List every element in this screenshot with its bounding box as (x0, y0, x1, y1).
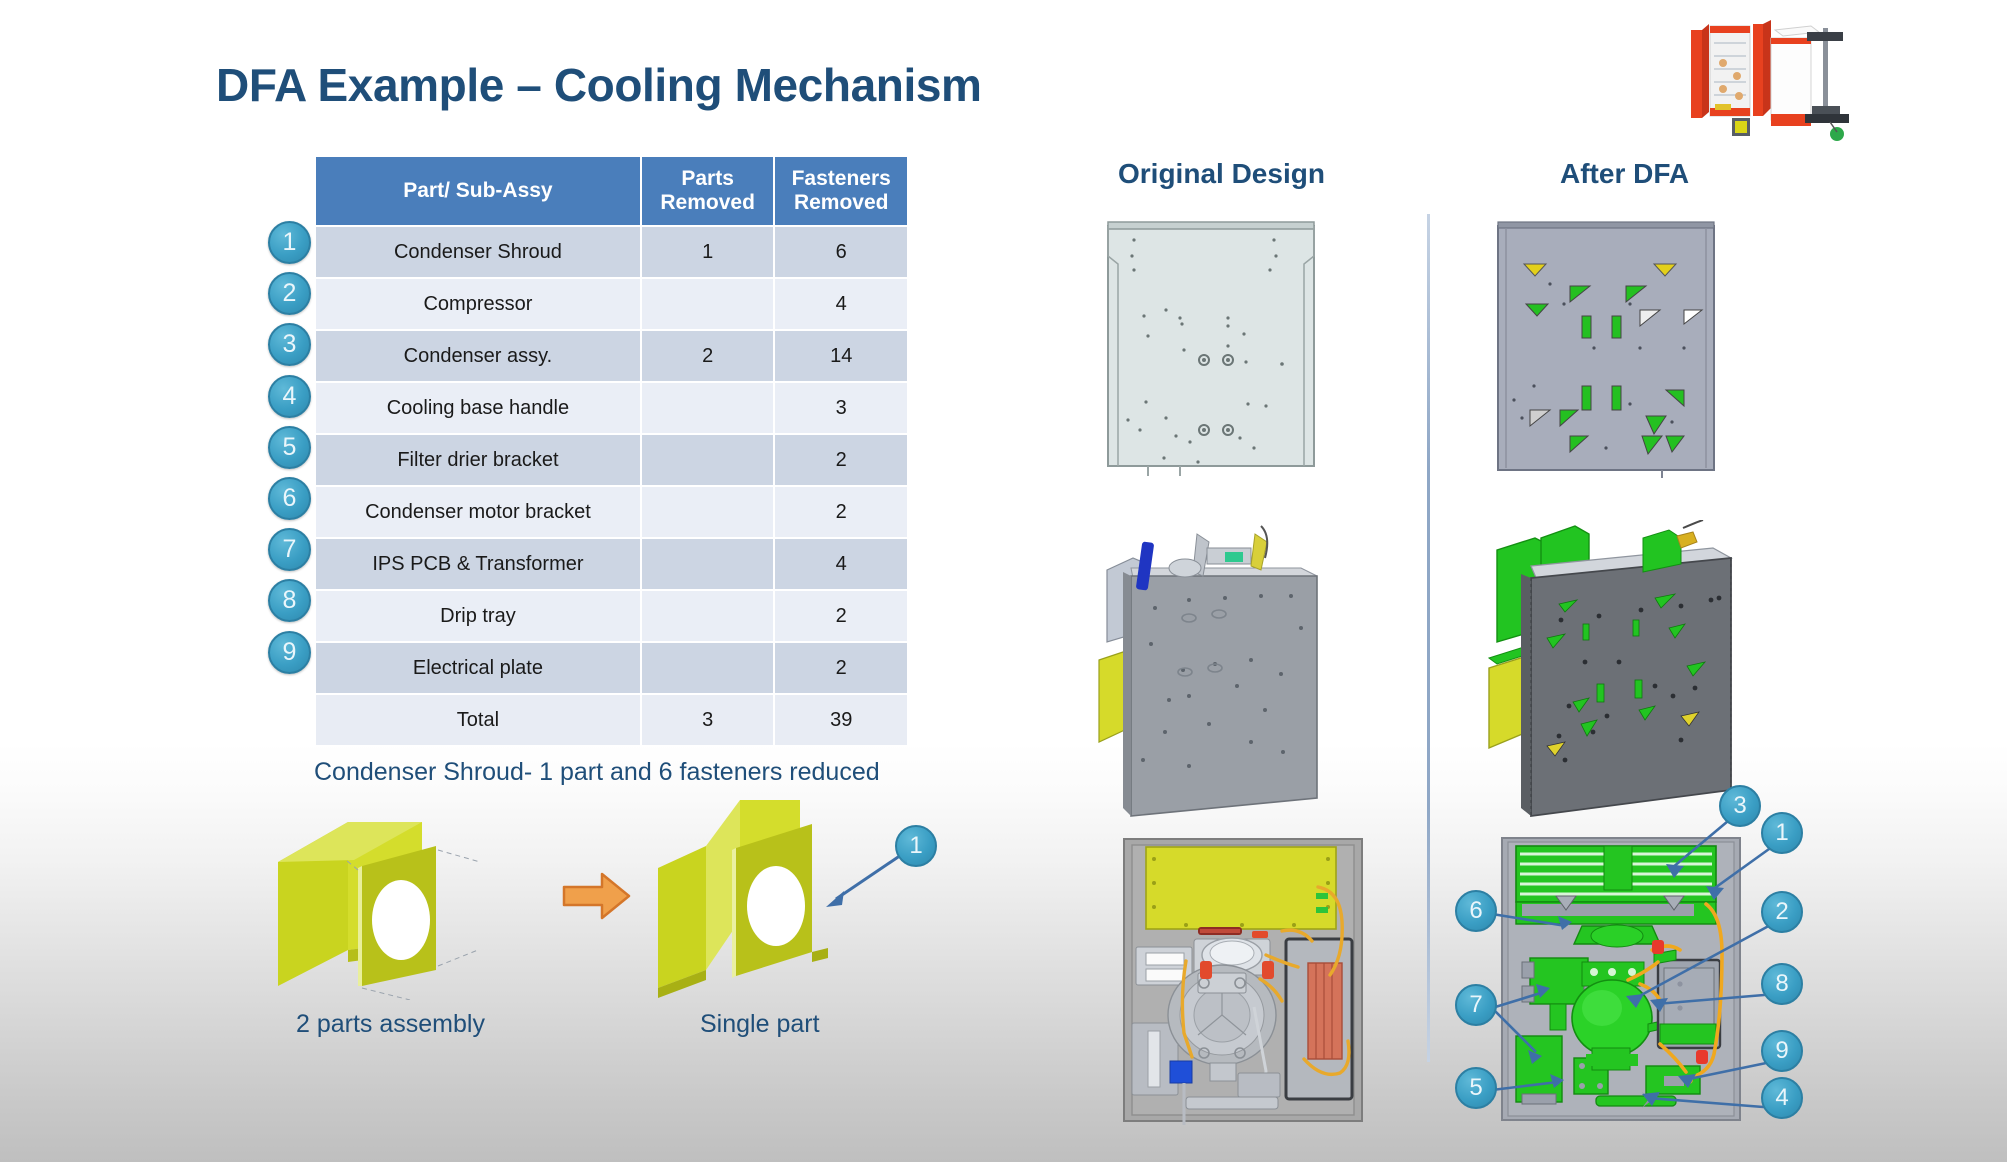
callout-badge-5: 5 (1455, 1067, 1497, 1109)
callout-badge-7: 7 (1455, 984, 1497, 1026)
table-row: Condenser Shroud 1 6 (316, 227, 907, 278)
cell-total-parts-removed: 3 (641, 695, 774, 746)
single-part-label: Single part (700, 1010, 820, 1038)
row-number-badge-4: 4 (268, 374, 311, 418)
cell-parts_removed (641, 643, 774, 694)
table-row: Condenser assy. 2 14 (316, 331, 907, 382)
callout-badge-4: 4 (1761, 1077, 1803, 1119)
cell-parts_removed: 1 (641, 227, 774, 278)
col-header-part: Part/ Sub-Assy (316, 157, 640, 226)
cell-parts_removed (641, 435, 774, 486)
cell-parts_removed: 2 (641, 331, 774, 382)
row-number-badge-9: 9 (268, 630, 311, 674)
right-arrow-icon (562, 872, 631, 920)
cell-part: Condenser assy. (316, 331, 640, 382)
cell-total-label: Total (316, 695, 640, 746)
cell-part: Condenser Shroud (316, 227, 640, 278)
cell-parts_removed (641, 487, 774, 538)
cell-part: Drip tray (316, 591, 640, 642)
col-header-fasteners-removed: Fasteners Removed (775, 157, 907, 226)
two-parts-assembly-label: 2 parts assembly (296, 1010, 485, 1038)
table-row: IPS PCB & Transformer 4 (316, 539, 907, 590)
table-caption: Condenser Shroud- 1 part and 6 fasteners… (314, 758, 880, 786)
callout-badge-1: 1 (1761, 812, 1803, 854)
shroud-callout-badge: 1 (895, 825, 937, 867)
cell-parts_removed (641, 591, 774, 642)
after-dfa-assembly-mid-figure (1487, 520, 1733, 818)
row-number-badge-6: 6 (268, 477, 311, 520)
cell-fasteners_removed: 2 (775, 435, 907, 486)
callout-badge-3: 3 (1719, 785, 1761, 827)
callout-badge-8: 8 (1761, 963, 1803, 1005)
cell-fasteners_removed: 4 (775, 279, 907, 330)
original-assembly-mid-figure (1098, 525, 1318, 817)
page-title: DFA Example – Cooling Mechanism (216, 59, 982, 111)
original-base-plate-figure (1123, 838, 1363, 1125)
cell-fasteners_removed: 14 (775, 331, 907, 382)
table-row: Drip tray 2 (316, 591, 907, 642)
callout-badge-6: 6 (1455, 890, 1497, 932)
original-panel-top-figure (1107, 221, 1315, 476)
callout-badge-2: 2 (1761, 891, 1803, 933)
cell-part: Condenser motor bracket (316, 487, 640, 538)
cell-part: Filter drier bracket (316, 435, 640, 486)
table-row: Electrical plate 2 (316, 643, 907, 694)
row-number-badge-8: 8 (268, 579, 311, 623)
cell-parts_removed (641, 383, 774, 434)
table-row: Condenser motor bracket 2 (316, 487, 907, 538)
cell-fasteners_removed: 6 (775, 227, 907, 278)
row-number-badge-1: 1 (268, 221, 311, 264)
cell-part: Electrical plate (316, 643, 640, 694)
callout-badge-9: 9 (1761, 1030, 1803, 1072)
cell-part: IPS PCB & Transformer (316, 539, 640, 590)
parts-removal-table: Part/ Sub-Assy Parts Removed Fasteners R… (314, 155, 909, 747)
row-number-badge-3: 3 (268, 323, 311, 367)
table-row: Filter drier bracket 2 (316, 435, 907, 486)
row-number-badge-5: 5 (268, 425, 311, 469)
cell-fasteners_removed: 2 (775, 643, 907, 694)
table-row: Compressor 4 (316, 279, 907, 330)
after-dfa-panel-top-figure (1497, 221, 1715, 478)
cell-parts_removed (641, 539, 774, 590)
after-dfa-header: After DFA (1560, 158, 1690, 189)
cell-fasteners_removed: 4 (775, 539, 907, 590)
col-header-parts-removed: Parts Removed (641, 157, 774, 226)
cell-fasteners_removed: 2 (775, 591, 907, 642)
column-divider (1427, 214, 1430, 1062)
row-number-badge-7: 7 (268, 528, 311, 572)
exploded-cooler-thumbnail-icon (1691, 20, 1849, 141)
cell-parts_removed (641, 279, 774, 330)
cell-fasteners_removed: 3 (775, 383, 907, 434)
table-header-row: Part/ Sub-Assy Parts Removed Fasteners R… (316, 157, 907, 226)
cell-part: Compressor (316, 279, 640, 330)
table-row: Cooling base handle 3 (316, 383, 907, 434)
cell-fasteners_removed: 2 (775, 487, 907, 538)
two-parts-assembly-figure (278, 822, 481, 1000)
original-design-header: Original Design (1118, 158, 1325, 189)
row-number-badge-2: 2 (268, 272, 311, 316)
cell-total-fasteners-removed: 39 (775, 695, 907, 746)
cell-part: Cooling base handle (316, 383, 640, 434)
table-total-row: Total 3 39 (316, 695, 907, 746)
